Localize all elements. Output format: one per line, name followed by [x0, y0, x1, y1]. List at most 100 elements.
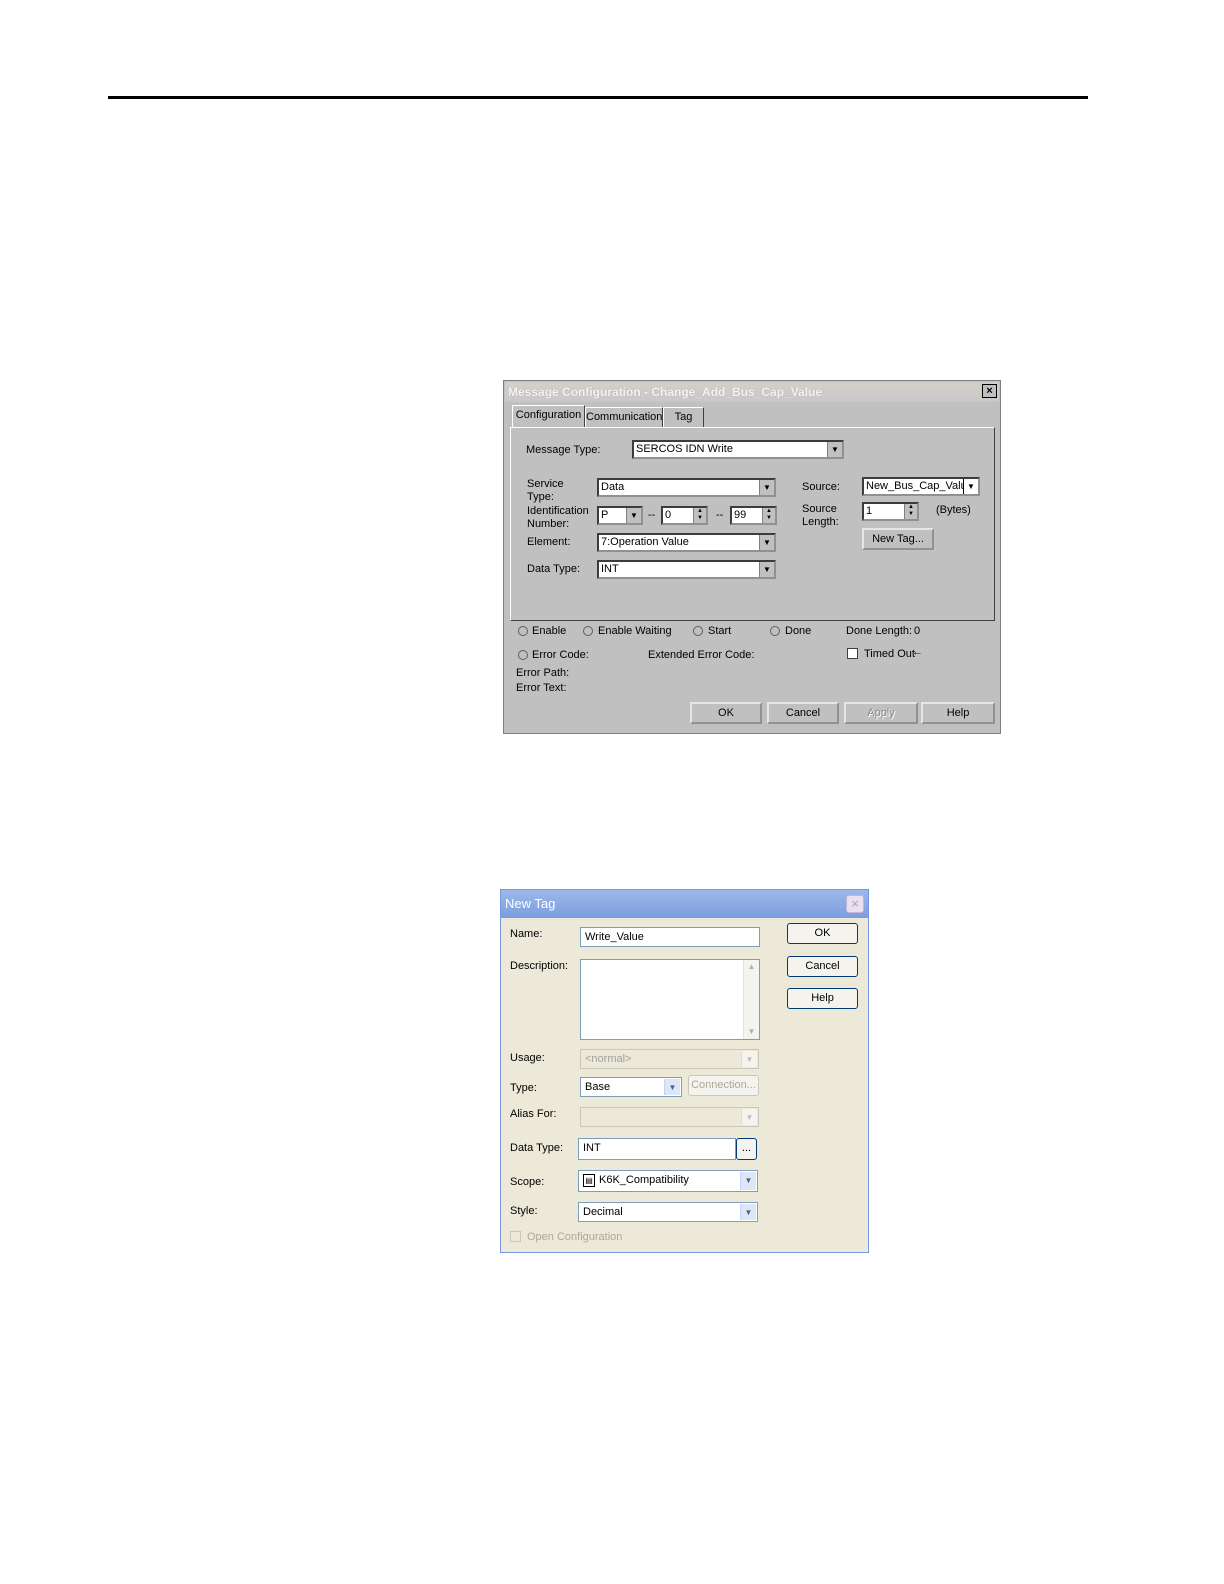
open-configuration-checkbox[interactable]	[510, 1231, 521, 1242]
chevron-down-icon[interactable]: ▼	[963, 479, 978, 494]
start-indicator-icon	[693, 626, 703, 636]
chevron-down-icon[interactable]: ▼	[759, 480, 774, 495]
done-length-value: 0	[914, 625, 921, 637]
enable-label: Enable	[532, 625, 567, 637]
source-length-label-line1: Source	[802, 503, 837, 515]
error-path-label: Error Path:	[516, 667, 570, 679]
extended-error-code-label: Extended Error Code:	[648, 649, 755, 661]
timed-out-checkbox[interactable]	[847, 648, 858, 659]
chevron-up-icon[interactable]: ▲	[744, 960, 759, 974]
bytes-label: (Bytes)	[936, 504, 971, 516]
dialog-title-bar: Message Configuration - Change_Add_Bus_C…	[505, 382, 999, 402]
apply-button[interactable]: Apply	[844, 702, 918, 724]
chevron-down-icon[interactable]: ▼	[827, 442, 842, 457]
ident-set-value: P	[601, 509, 609, 521]
done-length-label: Done Length:	[846, 625, 913, 637]
chevron-down-icon[interactable]: ▼	[759, 535, 774, 550]
browse-data-type-button[interactable]: ...	[736, 1138, 757, 1160]
data-type-label: Data Type:	[510, 1142, 563, 1154]
help-button[interactable]: Help	[921, 702, 995, 724]
scope-label: Scope:	[510, 1176, 545, 1188]
close-icon[interactable]: ×	[846, 895, 864, 913]
style-label: Style:	[510, 1205, 538, 1217]
enable-waiting-label: Enable Waiting	[598, 625, 672, 637]
message-type-select[interactable]: SERCOS IDN Write ▼	[632, 440, 844, 459]
message-type-label: Message Type:	[526, 444, 601, 456]
service-type-select[interactable]: Data ▼	[597, 478, 776, 497]
controller-icon: ▤	[583, 1174, 595, 1187]
scope-select[interactable]: ▤ K6K_Compatibility ▼	[578, 1170, 758, 1192]
usage-label: Usage:	[510, 1052, 545, 1064]
ident-set-select[interactable]: P ▼	[597, 506, 643, 525]
element-value: 7:Operation Value	[601, 536, 689, 548]
chevron-down-icon[interactable]: ▼	[740, 1204, 756, 1220]
ok-button[interactable]: OK	[690, 702, 762, 724]
chevron-down-icon[interactable]: ▼	[740, 1172, 756, 1190]
ident-separator: --	[648, 509, 656, 521]
style-value: Decimal	[583, 1206, 623, 1218]
description-textarea[interactable]: ▲ ▼	[580, 959, 760, 1040]
scope-value: K6K_Compatibility	[599, 1174, 689, 1186]
description-label: Description:	[510, 960, 569, 972]
source-label: Source:	[802, 481, 840, 493]
connection-button[interactable]: Connection...	[688, 1075, 759, 1096]
alias-for-select[interactable]: ▼	[580, 1107, 759, 1127]
dialog-title: New Tag	[505, 896, 556, 911]
open-configuration-label: Open Configuration	[527, 1231, 623, 1243]
source-length-stepper[interactable]: 1 ▲ ▼	[862, 502, 919, 521]
done-label: Done	[785, 625, 812, 637]
cancel-button[interactable]: Cancel	[787, 956, 858, 977]
new-tag-button[interactable]: New Tag...	[862, 528, 934, 550]
ident-separator: --	[716, 509, 724, 521]
close-icon[interactable]: ×	[982, 384, 997, 398]
name-input[interactable]: Write_Value	[580, 927, 760, 947]
done-indicator-icon	[770, 626, 780, 636]
service-type-label-line2: Type:	[527, 491, 554, 503]
source-select[interactable]: New_Bus_Cap_Value ▼	[862, 477, 980, 496]
cancel-button[interactable]: Cancel	[767, 702, 839, 724]
name-label: Name:	[510, 928, 543, 940]
tab-communication[interactable]: Communication	[585, 407, 663, 428]
data-type-value: INT	[601, 563, 619, 575]
data-type-select[interactable]: INT ▼	[597, 560, 776, 579]
source-length-value: 1	[866, 505, 873, 517]
tab-configuration[interactable]: Configuration	[512, 405, 585, 428]
usage-select[interactable]: <normal> ▼	[580, 1049, 759, 1069]
ident-block-stepper[interactable]: 0 ▲ ▼	[661, 506, 708, 525]
error-code-label: Error Code:	[532, 649, 589, 661]
type-value: Base	[585, 1081, 611, 1093]
ident-number-stepper[interactable]: 99 ▲ ▼	[730, 506, 777, 525]
element-label: Element:	[527, 536, 571, 548]
chevron-down-icon[interactable]: ▼	[626, 508, 641, 523]
data-type-input[interactable]: INT	[578, 1138, 736, 1160]
chevron-down-icon[interactable]: ▼	[759, 562, 774, 577]
page-header-rule	[108, 96, 1088, 99]
message-type-value: SERCOS IDN Write	[636, 443, 733, 455]
identification-label-line1: Identification	[527, 505, 589, 517]
identification-label-line2: Number:	[527, 518, 570, 530]
error-text-label: Error Text:	[516, 682, 567, 694]
scrollbar[interactable]: ▲ ▼	[743, 960, 759, 1039]
source-value: New_Bus_Cap_Value	[866, 480, 973, 492]
ok-button[interactable]: OK	[787, 923, 858, 944]
tab-tag[interactable]: Tag	[663, 407, 704, 428]
spinner-arrows-icon[interactable]: ▲ ▼	[762, 508, 775, 523]
style-select[interactable]: Decimal ▼	[578, 1202, 758, 1222]
spinner-arrows-icon[interactable]: ▲ ▼	[904, 504, 917, 519]
data-type-label: Data Type:	[527, 563, 580, 575]
element-select[interactable]: 7:Operation Value ▼	[597, 533, 776, 552]
chevron-down-icon[interactable]: ▼	[744, 1025, 759, 1039]
chevron-down-icon[interactable]: ▼	[741, 1051, 757, 1067]
alias-for-label: Alias For:	[510, 1108, 557, 1120]
start-label: Start	[708, 625, 732, 637]
dialog-title: Message Configuration - Change_Add_Bus_C…	[508, 385, 823, 399]
chevron-down-icon[interactable]: ▼	[741, 1109, 757, 1125]
help-button[interactable]: Help	[787, 988, 858, 1009]
usage-value: <normal>	[585, 1053, 632, 1065]
dialog-title-bar: New Tag	[501, 890, 868, 918]
chevron-down-icon[interactable]: ▼	[664, 1079, 680, 1095]
type-select[interactable]: Base ▼	[580, 1077, 682, 1097]
arrow-left-icon: ←	[912, 646, 923, 658]
ident-number-value: 99	[734, 509, 747, 521]
spinner-arrows-icon[interactable]: ▲ ▼	[693, 508, 706, 523]
